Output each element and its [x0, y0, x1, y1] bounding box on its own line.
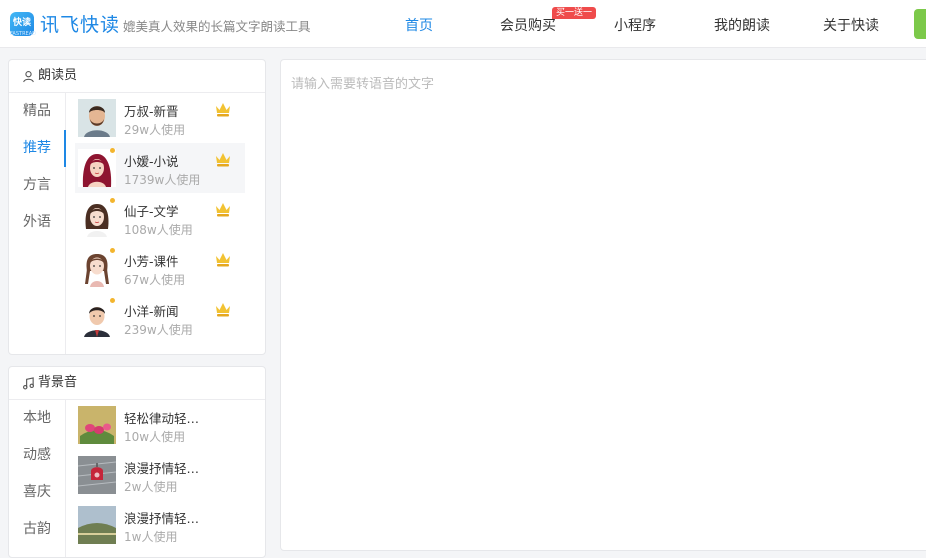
crown-icon	[216, 103, 230, 117]
reader-item[interactable]: 万叔-新晋 29w人使用	[75, 93, 245, 143]
star-icon	[110, 198, 115, 203]
bgm-usage: 2w人使用	[124, 480, 178, 494]
bgm-item[interactable]: 浪漫抒情轻… 1w人使用	[75, 500, 245, 550]
bgm-name: 浪漫抒情轻…	[124, 511, 200, 526]
top-header: 快读 FASTREAD 讯飞快读 媲美真人效果的长篇文字朗读工具 首页 会员购买…	[0, 0, 926, 48]
bgm-usage: 10w人使用	[124, 430, 186, 444]
tab-dynamic[interactable]: 动感	[9, 437, 65, 474]
tab-featured[interactable]: 精品	[9, 93, 65, 130]
reader-name: 仙子-文学	[124, 204, 179, 219]
avatar	[78, 299, 116, 337]
tab-local[interactable]: 本地	[9, 400, 65, 437]
logo-text: 快读	[12, 18, 31, 28]
bgm-panel-header: 背景音	[9, 367, 265, 400]
tab-classical[interactable]: 古韵	[9, 511, 65, 548]
star-icon	[110, 298, 115, 303]
reader-item[interactable]: 小嫒-小说 1739w人使用	[75, 143, 245, 193]
crown-icon	[216, 303, 230, 317]
logo-subtext: FASTREAD	[10, 31, 36, 37]
nav-vip-purchase[interactable]: 会员购买	[500, 15, 556, 35]
reader-usage: 29w人使用	[124, 123, 186, 137]
reader-usage: 239w人使用	[124, 323, 193, 337]
slogan: 媲美真人效果的长篇文字朗读工具	[123, 19, 311, 34]
reader-usage: 1739w人使用	[124, 173, 201, 187]
bgm-cover-image	[78, 406, 116, 444]
crown-icon	[216, 153, 230, 167]
bgm-cover-image	[78, 506, 116, 544]
reader-item[interactable]: 小芳-课件 67w人使用	[75, 243, 245, 293]
avatar	[78, 99, 116, 137]
bgm-cover-image	[78, 456, 116, 494]
reader-name: 小芳-课件	[124, 254, 179, 269]
bgm-usage: 1w人使用	[124, 530, 178, 544]
avatar	[78, 199, 116, 237]
readers-panel-header: 朗读员	[9, 60, 265, 93]
star-icon	[110, 148, 115, 153]
bgm-item[interactable]: 浪漫抒情轻… 2w人使用	[75, 450, 245, 500]
readers-panel: 朗读员 精品 推荐 方言 外语 万叔-新晋 29w人使用 小嫒-小说 1739w…	[8, 59, 266, 355]
nav-mini-program[interactable]: 小程序	[614, 15, 656, 35]
nav-home[interactable]: 首页	[405, 15, 433, 35]
logo-icon[interactable]: 快读 FASTREAD	[10, 12, 36, 37]
star-icon	[110, 248, 115, 253]
reader-usage: 67w人使用	[124, 273, 186, 287]
readers-title: 朗读员	[38, 68, 78, 83]
user-icon	[23, 70, 34, 82]
avatar	[78, 149, 116, 187]
bgm-list: 轻松律动轻… 10w人使用 浪漫抒情轻… 2w人使用 浪漫抒情轻… 1w人使用	[75, 400, 265, 557]
text-input-area[interactable]: 请输入需要转语音的文字	[280, 59, 926, 551]
reader-category-tabs: 精品 推荐 方言 外语	[9, 93, 66, 354]
brand-name[interactable]: 讯飞快读	[40, 10, 120, 37]
bgm-panel: 背景音 本地 动感 喜庆 古韵 轻松律动轻… 10w人使用 浪漫抒情轻… 2w人…	[8, 366, 266, 558]
reader-name: 万叔-新晋	[124, 104, 179, 119]
nav-my-readings[interactable]: 我的朗读	[714, 15, 770, 35]
action-button[interactable]	[914, 9, 926, 39]
promo-badge: 买一送一	[552, 7, 597, 19]
bgm-name: 轻松律动轻…	[124, 411, 200, 426]
music-note-icon	[23, 376, 34, 389]
bgm-name: 浪漫抒情轻…	[124, 461, 200, 476]
avatar	[78, 249, 116, 287]
bgm-item[interactable]: 轻松律动轻… 10w人使用	[75, 400, 245, 450]
text-input-placeholder: 请输入需要转语音的文字	[291, 77, 435, 92]
crown-icon	[216, 203, 230, 217]
tab-dialect[interactable]: 方言	[9, 167, 65, 204]
reader-item[interactable]: 仙子-文学 108w人使用	[75, 193, 245, 243]
tab-foreign[interactable]: 外语	[9, 204, 65, 241]
bgm-title: 背景音	[38, 375, 78, 390]
bgm-category-tabs: 本地 动感 喜庆 古韵	[9, 400, 66, 557]
reader-item[interactable]: 小洋-新闻 239w人使用	[75, 293, 245, 343]
nav-about[interactable]: 关于快读	[823, 15, 879, 35]
tab-festive[interactable]: 喜庆	[9, 474, 65, 511]
reader-name: 小洋-新闻	[124, 304, 179, 319]
reader-name: 小嫒-小说	[124, 154, 179, 169]
tab-recommended[interactable]: 推荐	[9, 130, 66, 167]
crown-icon	[216, 253, 230, 267]
reader-list: 万叔-新晋 29w人使用 小嫒-小说 1739w人使用 仙子-文学 108w人使…	[75, 93, 265, 354]
reader-usage: 108w人使用	[124, 223, 193, 237]
